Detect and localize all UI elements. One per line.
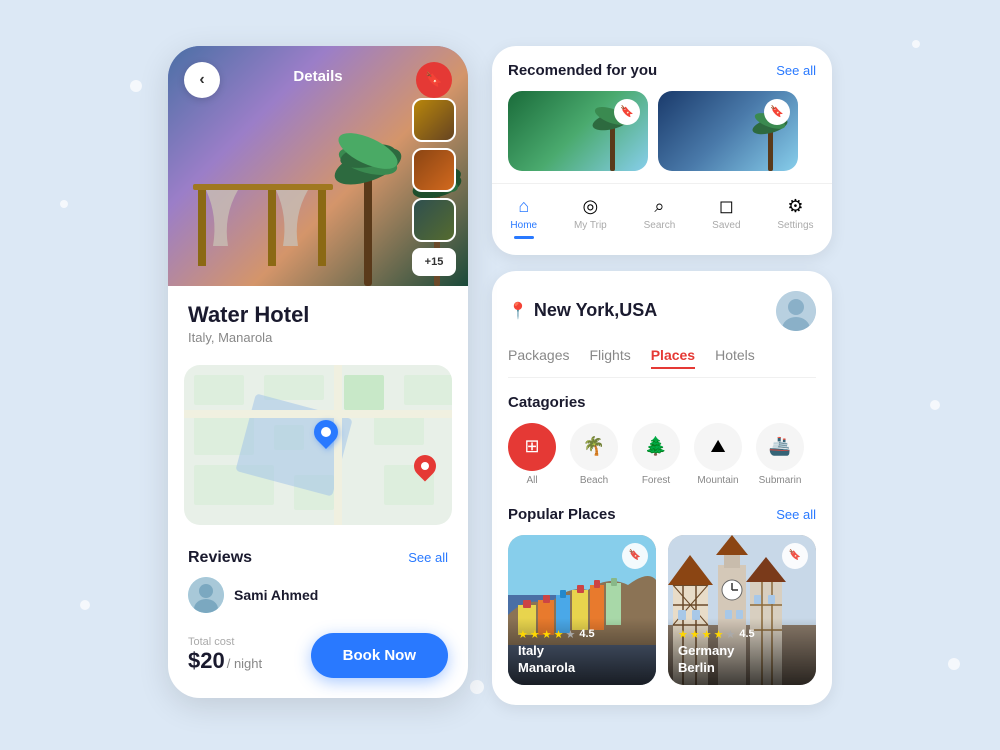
search-icon: ⌕ [654,196,664,217]
map-section[interactable] [184,365,452,525]
mytrip-icon: ◎ [583,196,599,217]
hotel-name: Water Hotel [188,302,448,328]
nav-active-indicator [514,236,534,239]
cat-forest-icon: 🌲 [632,423,680,471]
saved-icon: ◻ [719,196,734,217]
cat-all[interactable]: ⊞ All [508,423,556,486]
nav-search-label: Search [644,220,676,231]
rec-save-1[interactable]: 🔖 [614,99,640,125]
cat-mountain-icon: ⛰ [694,423,742,471]
hero-save-button[interactable]: 🔖 [416,62,452,98]
germany-stars: ★ ★ ★ ★ ★ 4.5 [678,628,806,641]
thumb-3[interactable] [412,198,456,242]
reviews-see-all[interactable]: See all [408,550,448,565]
germany-overlay: ★ ★ ★ ★ ★ 4.5 GermanyBerlin [668,618,816,685]
cat-submarine[interactable]: 🚢 Submarin [756,423,804,486]
cat-beach-icon: 🌴 [570,423,618,471]
price-per: / night [227,656,262,671]
cabana-structure [188,166,388,266]
cat-forest-label: Forest [642,475,670,486]
recommended-images: 🔖 🔖 [492,91,832,183]
nav-saved[interactable]: ◻ Saved [704,192,748,243]
italy-rating: 4.5 [579,628,594,641]
cat-mountain-label: Mountain [697,475,738,486]
tab-hotels[interactable]: Hotels [715,347,755,369]
price-value: $20 [188,648,225,674]
germany-rating: 4.5 [739,628,754,641]
cat-beach-label: Beach [580,475,608,486]
reviewer-row: Sami Ahmed [188,577,448,613]
hotel-info: Water Hotel Italy, Manarola [168,286,468,353]
rec-image-2[interactable]: 🔖 [658,91,798,171]
back-button[interactable]: ‹ [184,62,220,98]
cat-forest[interactable]: 🌲 Forest [632,423,680,486]
nav-search[interactable]: ⌕ Search [636,192,684,243]
categories-row: ⊞ All 🌴 Beach 🌲 Forest ⛰ Mountain 🚢 [508,423,816,486]
nav-saved-label: Saved [712,220,740,231]
germany-place-name: GermanyBerlin [678,643,806,677]
place-card-italy[interactable]: 🔖 ★ ★ ★ ★ ★ 4.5 ItalyManarola [508,535,656,685]
popular-title: Popular Places [508,506,616,523]
details-label: Details [293,68,342,85]
book-now-button[interactable]: Book Now [311,633,448,678]
recommended-see-all[interactable]: See all [776,63,816,78]
recommended-title: Recomended for you [508,62,657,79]
hotel-location: Italy, Manarola [188,330,448,345]
reviewer-name: Sami Ahmed [234,587,318,603]
thumb-1[interactable] [412,98,456,142]
user-avatar[interactable] [776,291,816,331]
tab-places[interactable]: Places [651,347,695,369]
nav-card: Recomended for you See all 🔖 [492,46,832,255]
map-background [184,365,452,525]
bottom-nav: ⌂ Home ◎ My Trip ⌕ Search ◻ Saved ⚙ [492,183,832,247]
place-cards-row: 🔖 ★ ★ ★ ★ ★ 4.5 ItalyManarola [508,535,816,685]
thumbnail-stack: +15 [412,98,456,276]
explore-card: 📍 New York,USA Packages Flights Places H… [492,271,832,705]
nav-mytrip[interactable]: ◎ My Trip [566,192,615,243]
cat-all-label: All [526,475,537,486]
tabs-row: Packages Flights Places Hotels [508,347,816,378]
hotel-hero-image: ‹ Details 🔖 +15 [168,46,468,286]
nav-settings[interactable]: ⚙ Settings [769,192,821,243]
reviews-section: Reviews See all Sami Ahmed [168,537,468,621]
right-panel: Recomended for you See all 🔖 [492,46,832,705]
cat-beach[interactable]: 🌴 Beach [570,423,618,486]
tab-flights[interactable]: Flights [589,347,630,369]
popular-header: Popular Places See all [508,506,816,523]
italy-place-name: ItalyManarola [518,643,646,677]
hotel-detail-panel: ‹ Details 🔖 +15 Water Hotel Italy, Manar… [168,46,468,698]
home-icon: ⌂ [518,196,529,217]
settings-icon: ⚙ [787,196,803,217]
cat-submarine-icon: 🚢 [756,423,804,471]
nav-home-label: Home [510,220,537,231]
reviews-title: Reviews [188,549,252,567]
thumb-2[interactable] [412,148,456,192]
tab-packages[interactable]: Packages [508,347,569,369]
cat-mountain[interactable]: ⛰ Mountain [694,423,742,486]
place-card-germany[interactable]: 🔖 ★ ★ ★ ★ ★ 4.5 GermanyBerlin [668,535,816,685]
cat-all-icon: ⊞ [508,423,556,471]
location-row: 📍 New York,USA [508,300,657,321]
italy-overlay: ★ ★ ★ ★ ★ 4.5 ItalyManarola [508,618,656,685]
location-pin-icon: 📍 [508,301,528,321]
nav-mytrip-label: My Trip [574,220,607,231]
germany-save-badge[interactable]: 🔖 [782,543,808,569]
popular-see-all[interactable]: See all [776,507,816,522]
location-name: New York,USA [534,300,657,321]
rec-save-2[interactable]: 🔖 [764,99,790,125]
booking-bar: Total cost $20 / night Book Now [168,621,468,698]
reviewer-avatar [188,577,224,613]
rec-image-1[interactable]: 🔖 [508,91,648,171]
italy-save-badge[interactable]: 🔖 [622,543,648,569]
nav-home[interactable]: ⌂ Home [502,192,545,243]
italy-stars: ★ ★ ★ ★ ★ 4.5 [518,628,646,641]
thumb-more[interactable]: +15 [412,248,456,276]
price-label: Total cost [188,636,262,648]
categories-title: Catagories [508,394,816,411]
cat-submarine-label: Submarin [759,475,802,486]
nav-settings-label: Settings [777,220,813,231]
